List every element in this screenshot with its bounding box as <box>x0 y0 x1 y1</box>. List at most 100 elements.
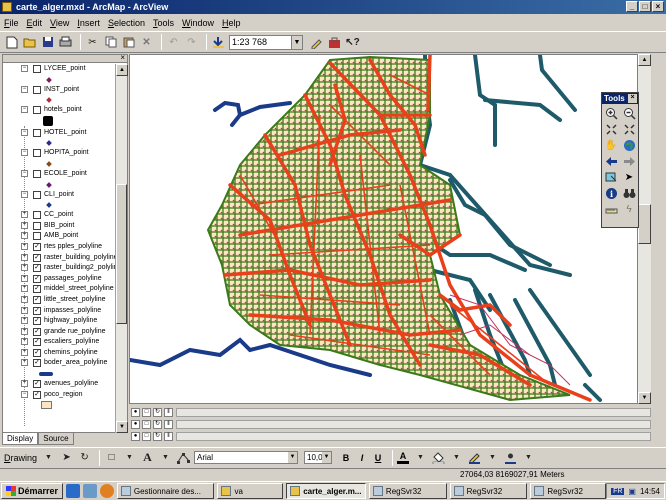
layer-visibility-checkbox[interactable]: ✓ <box>33 242 41 251</box>
menu-help[interactable]: Help <box>222 18 241 28</box>
expand-icon[interactable]: + <box>21 242 28 250</box>
clock[interactable]: 14:54 <box>640 487 660 496</box>
task-button[interactable]: carte_alger.m... <box>286 483 366 499</box>
collapse-icon[interactable]: − <box>21 169 28 177</box>
font-color-button[interactable]: A <box>397 451 410 464</box>
toc-layer[interactable]: + ✓ escaliers_polyline <box>3 337 115 348</box>
layer-symbol[interactable] <box>3 200 115 210</box>
task-button[interactable]: RegSvr32 <box>368 483 447 499</box>
toc-layer[interactable]: − CLI_point <box>3 190 115 201</box>
zoom-out-icon[interactable] <box>621 106 637 120</box>
toc-layer[interactable]: + ✓ passages_polyline <box>3 274 115 285</box>
rectangle-tool-icon[interactable]: □ <box>104 450 119 465</box>
select-elements-arrow-icon[interactable]: ➤ <box>59 450 74 465</box>
task-button[interactable]: Gestionnaire des... <box>116 483 215 499</box>
scroll-down-arrow-icon[interactable]: ▼ <box>116 421 128 433</box>
menu-view[interactable]: View <box>50 18 69 28</box>
expand-icon[interactable]: + <box>21 348 28 356</box>
layer-visibility-checkbox[interactable] <box>33 232 41 241</box>
expand-icon[interactable]: + <box>21 327 28 335</box>
map-vertical-scrollbar[interactable]: ▲ ▼ <box>638 54 651 404</box>
scroll-down-arrow-icon[interactable]: ▼ <box>638 392 651 404</box>
open-folder-icon[interactable] <box>22 35 37 50</box>
layer-visibility-checkbox[interactable]: ✓ <box>33 327 41 336</box>
paste-icon[interactable] <box>121 35 136 50</box>
menu-window[interactable]: Window <box>182 18 214 28</box>
toc-layer[interactable]: − HOTEL_point <box>3 128 115 139</box>
layout-view-icon[interactable]: □ <box>142 419 151 429</box>
copy-icon[interactable] <box>103 35 118 50</box>
chevron-down-icon[interactable]: ▼ <box>449 450 464 465</box>
layer-symbol[interactable] <box>3 180 115 190</box>
toc-layer[interactable]: + ✓ raster_building2_polyline <box>3 263 115 274</box>
layout-view-icon[interactable]: □ <box>142 431 151 441</box>
layer-visibility-checkbox[interactable]: ✓ <box>33 295 41 304</box>
toc-layer[interactable]: − LYCEE_point <box>3 64 115 75</box>
chevron-down-icon[interactable]: ▼ <box>291 35 302 49</box>
expand-icon[interactable]: + <box>21 264 28 272</box>
font-size-select[interactable]: 10,0 ▼ <box>304 451 333 464</box>
collapse-icon[interactable]: − <box>21 190 28 198</box>
task-button[interactable]: RegSvr32 <box>530 483 607 499</box>
desktop-icon[interactable] <box>82 484 97 498</box>
refresh-icon[interactable]: ↻ <box>153 407 162 417</box>
layer-visibility-checkbox[interactable]: ✓ <box>33 348 41 357</box>
toc-layer[interactable]: + ✓ chemins_polyline <box>3 348 115 359</box>
menu-insert[interactable]: Insert <box>77 18 100 28</box>
layer-visibility-checkbox[interactable] <box>33 149 41 158</box>
layer-visibility-checkbox[interactable]: ✓ <box>33 380 41 389</box>
expand-icon[interactable]: + <box>21 211 28 219</box>
data-view-icon[interactable]: ● <box>131 419 140 429</box>
layer-symbol[interactable] <box>3 138 115 148</box>
chevron-down-icon[interactable]: ▼ <box>322 452 332 463</box>
chevron-down-icon[interactable]: ▼ <box>413 450 428 465</box>
layer-symbol[interactable] <box>3 75 115 85</box>
chevron-down-icon[interactable]: ▼ <box>485 450 500 465</box>
menu-edit[interactable]: Edit <box>27 18 43 28</box>
close-icon[interactable]: × <box>628 94 637 103</box>
start-button[interactable]: Démarrer <box>1 483 64 499</box>
layer-symbol[interactable] <box>3 115 115 128</box>
tab-source[interactable]: Source <box>38 433 74 445</box>
pan-hand-icon[interactable]: ✋ <box>603 138 619 152</box>
data-view-icon[interactable]: ● <box>131 431 140 441</box>
arctoolbox-icon[interactable] <box>327 35 342 50</box>
toc-layer[interactable]: + ✓ raster_building_polyline <box>3 253 115 264</box>
toc-layer[interactable]: + ✓ grande rue_polyline <box>3 327 115 338</box>
expand-icon[interactable]: + <box>21 295 28 303</box>
select-elements-arrow-icon[interactable]: ➤ <box>621 170 637 184</box>
expand-icon[interactable]: + <box>21 221 28 229</box>
font-name-select[interactable]: Arial ▼ <box>194 451 299 464</box>
toc-layer[interactable]: + ✓ rtes pples_polyline <box>3 242 115 253</box>
map-display[interactable] <box>129 54 638 404</box>
expand-icon[interactable]: + <box>21 306 28 314</box>
expand-icon[interactable]: + <box>21 253 28 261</box>
toc-layer[interactable]: + ✓ avenues_polyline <box>3 379 115 390</box>
identify-icon[interactable]: i <box>603 186 619 200</box>
scroll-up-arrow-icon[interactable]: ▲ <box>638 54 651 66</box>
toc-layer[interactable]: + ✓ highway_polyline <box>3 316 115 327</box>
layer-visibility-checkbox[interactable] <box>33 221 41 230</box>
chevron-down-icon[interactable]: ▼ <box>158 450 173 465</box>
layer-visibility-checkbox[interactable] <box>33 211 41 220</box>
layer-visibility-checkbox[interactable]: ✓ <box>33 317 41 326</box>
media-icon[interactable] <box>99 484 114 498</box>
toc-layer[interactable]: − ✓ poco_region <box>3 390 115 401</box>
scroll-up-arrow-icon[interactable]: ▲ <box>116 64 128 76</box>
expand-icon[interactable]: + <box>21 359 28 367</box>
whats-this-help-icon[interactable]: ↖? <box>345 35 360 50</box>
new-text-icon[interactable]: A <box>140 450 155 465</box>
layer-symbol[interactable] <box>3 400 115 410</box>
menu-file[interactable]: File <box>4 18 19 28</box>
select-features-icon[interactable] <box>603 170 619 184</box>
expand-icon[interactable]: + <box>21 338 28 346</box>
italic-button[interactable]: I <box>356 453 368 463</box>
collapse-icon[interactable]: − <box>21 149 28 157</box>
ie-browser-icon[interactable] <box>66 484 80 498</box>
expand-icon[interactable]: + <box>21 232 28 240</box>
layer-visibility-checkbox[interactable] <box>33 65 41 73</box>
scroll-thumb[interactable] <box>116 184 127 324</box>
map-scale-input[interactable]: 1:23 768 ▼ <box>229 34 303 50</box>
chevron-down-icon[interactable]: ▼ <box>288 452 298 463</box>
toc-layer[interactable]: + ✓ impasses_polyline <box>3 306 115 317</box>
